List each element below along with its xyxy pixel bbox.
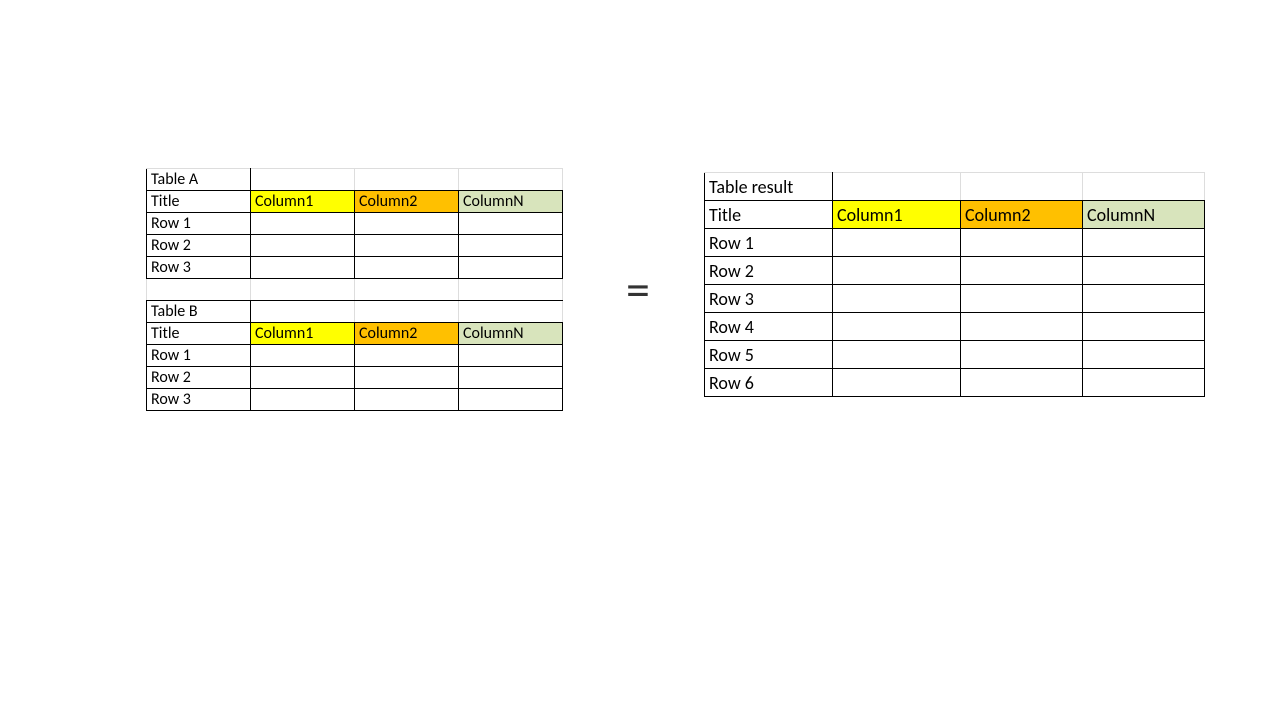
- table-result-title: Title: [705, 201, 833, 229]
- table-a-row2: Row 2: [147, 235, 251, 257]
- table-b-colN: ColumnN: [459, 323, 563, 345]
- table-result-row6: Row 6: [705, 369, 833, 397]
- equals-operator: =: [626, 260, 650, 319]
- table-result-row4: Row 4: [705, 313, 833, 341]
- table-result-row1: Row 1: [705, 229, 833, 257]
- table-b-col2: Column2: [355, 323, 459, 345]
- table-a-col1: Column1: [251, 191, 355, 213]
- table-a-row1: Row 1: [147, 213, 251, 235]
- table-b-row1: Row 1: [147, 345, 251, 367]
- table-a-name: Table A: [147, 169, 251, 191]
- table-result-colN: ColumnN: [1083, 201, 1205, 229]
- table-b-row2: Row 2: [147, 367, 251, 389]
- table-result-row3: Row 3: [705, 285, 833, 313]
- table-a-row3: Row 3: [147, 257, 251, 279]
- table-result-name: Table result: [705, 173, 833, 201]
- table-result-col1: Column1: [833, 201, 961, 229]
- table-b-name: Table B: [147, 301, 251, 323]
- table-result-col2: Column2: [961, 201, 1083, 229]
- table-b-title: Title: [147, 323, 251, 345]
- table-a-colN: ColumnN: [459, 191, 563, 213]
- table-b-row3: Row 3: [147, 389, 251, 411]
- table-b-col1: Column1: [251, 323, 355, 345]
- table-result: Table result Title Column1 Column2 Colum…: [704, 172, 1205, 397]
- table-a-title: Title: [147, 191, 251, 213]
- table-a: Table A Title Column1 Column2 ColumnN Ro…: [146, 168, 563, 411]
- table-result-row2: Row 2: [705, 257, 833, 285]
- table-a-col2: Column2: [355, 191, 459, 213]
- table-result-row5: Row 5: [705, 341, 833, 369]
